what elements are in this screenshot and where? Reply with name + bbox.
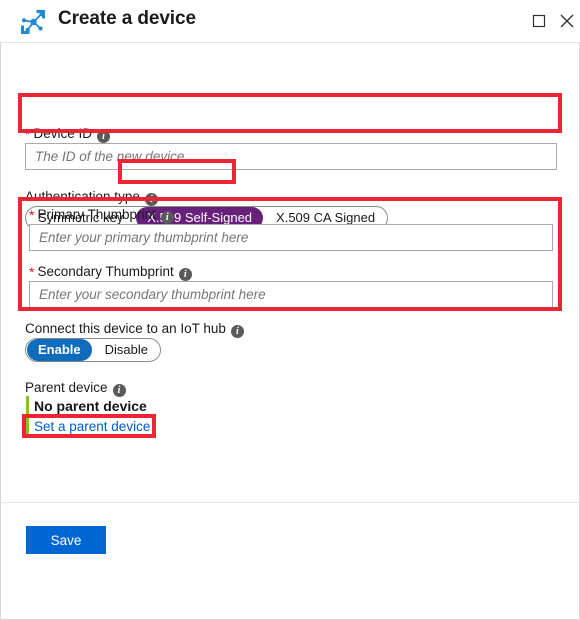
maximize-icon[interactable] — [528, 10, 550, 32]
create-device-dialog: Create a device *Device IDi Authenticati… — [0, 0, 580, 620]
primary-thumbprint-label: * Primary Thumbprint i — [29, 206, 174, 224]
secondary-thumbprint-input[interactable] — [29, 281, 553, 308]
connect-hub-toggle[interactable]: Enable Disable — [25, 338, 161, 362]
save-button[interactable]: Save — [26, 526, 106, 554]
required-indicator: * — [29, 264, 35, 280]
iot-device-icon — [19, 9, 47, 35]
info-icon[interactable]: i — [96, 130, 110, 143]
dialog-body: *Device IDi Authentication typei Symmetr… — [0, 43, 580, 620]
title-bar: Create a device — [0, 0, 580, 43]
info-icon[interactable]: i — [160, 211, 174, 224]
set-parent-device-link[interactable]: Set a parent device — [34, 419, 150, 434]
device-id-label: * Device ID i — [25, 125, 110, 143]
info-icon[interactable]: i — [144, 193, 158, 206]
connect-hub-label: Connect this device to an IoT hub i — [25, 320, 244, 338]
primary-thumbprint-label-text: Primary Thumbprint — [37, 207, 156, 222]
primary-thumbprint-input[interactable] — [29, 224, 553, 251]
parent-device-label-text: Parent device — [25, 380, 108, 395]
connect-hub-option-disable[interactable]: Disable — [94, 339, 159, 361]
authentication-type-label-text: Authentication type — [25, 189, 140, 204]
parent-device-status: No parent device — [34, 398, 147, 414]
required-indicator: * — [25, 126, 31, 142]
close-icon[interactable] — [556, 10, 578, 32]
secondary-thumbprint-label-text: Secondary Thumbprint — [37, 264, 174, 279]
required-indicator: * — [29, 207, 35, 223]
info-icon[interactable]: i — [178, 268, 192, 281]
parent-device-accent-bar — [26, 396, 29, 438]
device-id-label-text: Device ID — [33, 126, 92, 141]
info-icon[interactable]: i — [112, 384, 126, 397]
info-icon[interactable]: i — [230, 325, 244, 338]
parent-device-label: Parent device i — [25, 379, 126, 397]
page-title: Create a device — [58, 8, 196, 29]
device-id-input[interactable] — [25, 143, 557, 170]
authentication-type-label: Authentication type i — [25, 188, 158, 206]
secondary-thumbprint-label: * Secondary Thumbprint i — [29, 263, 192, 281]
connect-hub-label-text: Connect this device to an IoT hub — [25, 321, 226, 336]
footer-divider — [2, 502, 579, 503]
connect-hub-option-enable[interactable]: Enable — [27, 339, 92, 361]
